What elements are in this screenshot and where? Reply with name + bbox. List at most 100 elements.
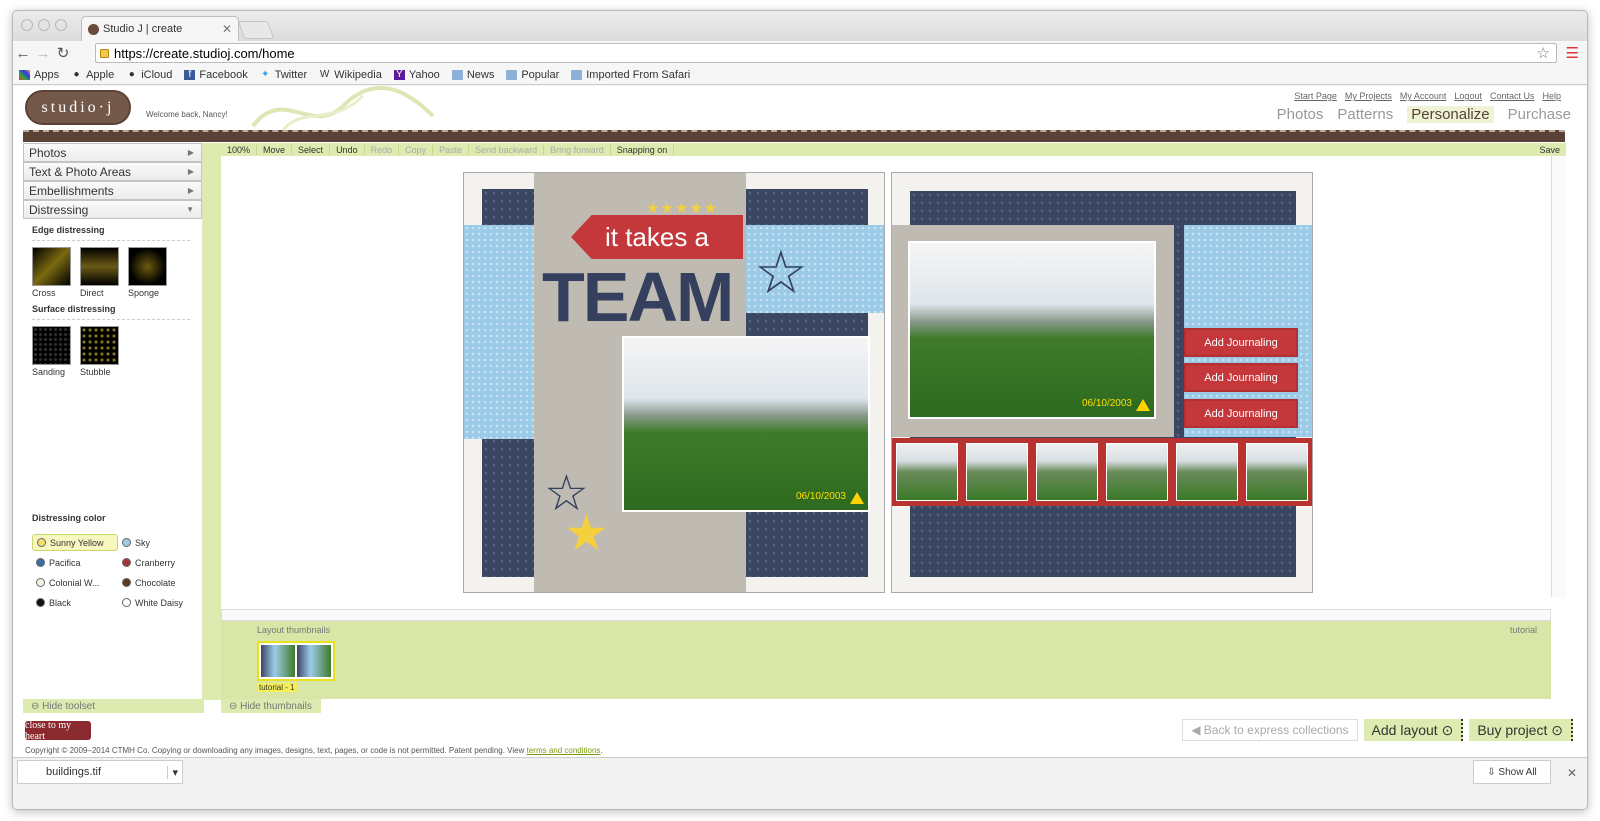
logout-link[interactable]: Logout	[1454, 91, 1482, 101]
studio-j-logo[interactable]: studio·j	[25, 90, 131, 125]
move-tool[interactable]: Move	[257, 144, 293, 155]
close-window-button[interactable]	[21, 19, 33, 31]
bookmark-twitter[interactable]: ✦ Twitter	[260, 69, 307, 81]
bookmark-icloud[interactable]: ● iCloud	[126, 69, 173, 81]
accordion-embellishments[interactable]: Embellishments ▶	[23, 181, 202, 200]
nav-patterns[interactable]: Patterns	[1337, 106, 1393, 123]
terms-link[interactable]: terms and conditions	[527, 746, 601, 755]
edge-swatches: Cross Direct Sponge	[32, 247, 202, 298]
zoom-window-button[interactable]	[55, 19, 67, 31]
my-projects-link[interactable]: My Projects	[1345, 91, 1392, 101]
strip-photo[interactable]	[1106, 443, 1168, 501]
buy-project-button[interactable]: Buy project ⊙	[1469, 719, 1573, 741]
help-link[interactable]: Help	[1542, 91, 1561, 101]
bookmark-apps[interactable]: Apps	[19, 69, 59, 81]
color-sunny-yellow[interactable]: Sunny Yellow	[32, 534, 118, 551]
close-to-my-heart-logo[interactable]: close to my heart	[25, 720, 91, 742]
color-cranberry[interactable]: Cranberry	[118, 554, 204, 571]
color-white-daisy[interactable]: White Daisy	[118, 594, 204, 611]
color-pacifica[interactable]: Pacifica	[32, 554, 118, 571]
accordion-distressing[interactable]: Distressing ▼	[23, 200, 202, 219]
swatch-direct[interactable]: Direct	[80, 247, 119, 298]
bookmark-apple[interactable]: ● Apple	[71, 69, 115, 81]
hide-toolset-button[interactable]: ⊖ Hide toolset	[23, 699, 204, 713]
show-all-downloads-button[interactable]: ⇩ Show All	[1473, 760, 1551, 784]
accordion-photos[interactable]: Photos ▶	[23, 143, 202, 162]
add-journaling-button[interactable]: Add Journaling	[1184, 399, 1298, 428]
bookmark-wikipedia[interactable]: W Wikipedia	[319, 69, 382, 81]
address-bar[interactable]: https://create.studioj.com/home ☆	[95, 43, 1557, 63]
add-journaling-button[interactable]: Add Journaling	[1184, 328, 1298, 357]
back-icon[interactable]: ←	[13, 45, 33, 62]
strip-photo[interactable]	[1246, 443, 1308, 501]
add-journaling-button[interactable]: Add Journaling	[1184, 363, 1298, 392]
my-account-link[interactable]: My Account	[1400, 91, 1447, 101]
select-tool[interactable]: Select	[292, 144, 331, 155]
close-tab-icon[interactable]: ✕	[222, 22, 232, 36]
nav-purchase[interactable]: Purchase	[1508, 106, 1571, 123]
hide-thumbnails-button[interactable]: ⊖ Hide thumbnails	[221, 699, 321, 713]
bookmark-yahoo[interactable]: Y Yahoo	[393, 69, 440, 81]
swatch-sanding[interactable]: Sanding	[32, 326, 71, 377]
nav-personalize[interactable]: Personalize	[1407, 106, 1494, 123]
chevron-right-icon: ▶	[187, 167, 194, 176]
close-downloads-icon[interactable]: ✕	[1567, 766, 1577, 780]
new-tab-button[interactable]	[237, 21, 275, 39]
paste-button[interactable]: Paste	[433, 144, 470, 155]
color-colonial-white[interactable]: Colonial W...	[32, 574, 118, 591]
swatch-stubble[interactable]: Stubble	[80, 326, 119, 377]
bookmark-news[interactable]: News	[451, 69, 494, 81]
strip-photo[interactable]	[966, 443, 1028, 501]
forward-icon[interactable]: →	[33, 45, 53, 62]
show-all-label: Show All	[1498, 766, 1537, 778]
color-black[interactable]: Black	[32, 594, 118, 611]
color-sky[interactable]: Sky	[118, 534, 204, 551]
vertical-scrollbar[interactable]	[1551, 156, 1566, 597]
headline-team[interactable]: TEAM	[542, 257, 734, 337]
bookmark-popular[interactable]: Popular	[506, 69, 559, 81]
menu-icon[interactable]: ☰	[1566, 44, 1579, 62]
nav-photos[interactable]: Photos	[1277, 106, 1324, 123]
photo-building[interactable]: 06/10/2003	[908, 241, 1156, 419]
strip-photo[interactable]	[1176, 443, 1238, 501]
color-chocolate[interactable]: Chocolate	[118, 574, 204, 591]
right-page[interactable]: 06/10/2003 Add Journaling Add Journaling…	[891, 172, 1313, 593]
photo-team-field[interactable]: 06/10/2003	[622, 336, 870, 512]
bookmark-imported[interactable]: Imported From Safari	[571, 69, 690, 81]
browser-window: Studio J | create ✕ ← → ↻ https://create…	[12, 10, 1588, 810]
url-text: https://create.studioj.com/home	[114, 45, 295, 61]
dropdown-arrow-icon[interactable]: ▾	[167, 765, 182, 779]
bring-forward-button[interactable]: Bring forward	[544, 144, 611, 155]
layout-thumbnail[interactable]	[257, 641, 335, 681]
back-to-express-collections-button[interactable]: ◀ Back to express collections	[1182, 719, 1358, 741]
undo-button[interactable]: Undo	[330, 144, 365, 155]
add-layout-label: Add layout	[1371, 722, 1438, 738]
zoom-select[interactable]: 100%	[221, 144, 258, 155]
bookmark-facebook[interactable]: f Facebook	[184, 69, 248, 81]
redo-button[interactable]: Redo	[365, 144, 400, 155]
reload-icon[interactable]: ↻	[53, 44, 73, 62]
snapping-toggle[interactable]: Snapping on	[611, 144, 675, 155]
send-backward-button[interactable]: Send backward	[469, 144, 545, 155]
add-layout-button[interactable]: Add layout ⊙	[1363, 719, 1464, 741]
start-page-link[interactable]: Start Page	[1294, 91, 1337, 101]
save-button[interactable]: Save	[1533, 145, 1566, 155]
download-icon: ⇩	[1487, 766, 1499, 778]
minimize-window-button[interactable]	[38, 19, 50, 31]
strip-photo[interactable]	[896, 443, 958, 501]
swatch-sponge[interactable]: Sponge	[128, 247, 167, 298]
bookmark-star-icon[interactable]: ☆	[1537, 44, 1550, 62]
horizontal-scrollbar[interactable]	[221, 609, 1551, 621]
copy-button[interactable]: Copy	[399, 144, 434, 155]
strip-photo[interactable]	[1036, 443, 1098, 501]
browser-tab[interactable]: Studio J | create ✕	[81, 16, 239, 41]
play-circle-icon: ⊙	[1547, 721, 1563, 738]
left-page[interactable]: ★★★★★ it takes a TEAM ☆ ☆ ★ 06/10/2003	[463, 172, 885, 593]
swatch-cross[interactable]: Cross	[32, 247, 71, 298]
color-label: Colonial W...	[49, 577, 100, 588]
download-item[interactable]: buildings.tif ▾	[17, 760, 183, 784]
accordion-text-photo-areas[interactable]: Text & Photo Areas ▶	[23, 162, 202, 181]
headline-banner[interactable]: it takes a	[571, 215, 743, 259]
contact-us-link[interactable]: Contact Us	[1490, 91, 1535, 101]
layout-canvas[interactable]: ★★★★★ it takes a TEAM ☆ ☆ ★ 06/10/2003 0…	[221, 156, 1551, 597]
